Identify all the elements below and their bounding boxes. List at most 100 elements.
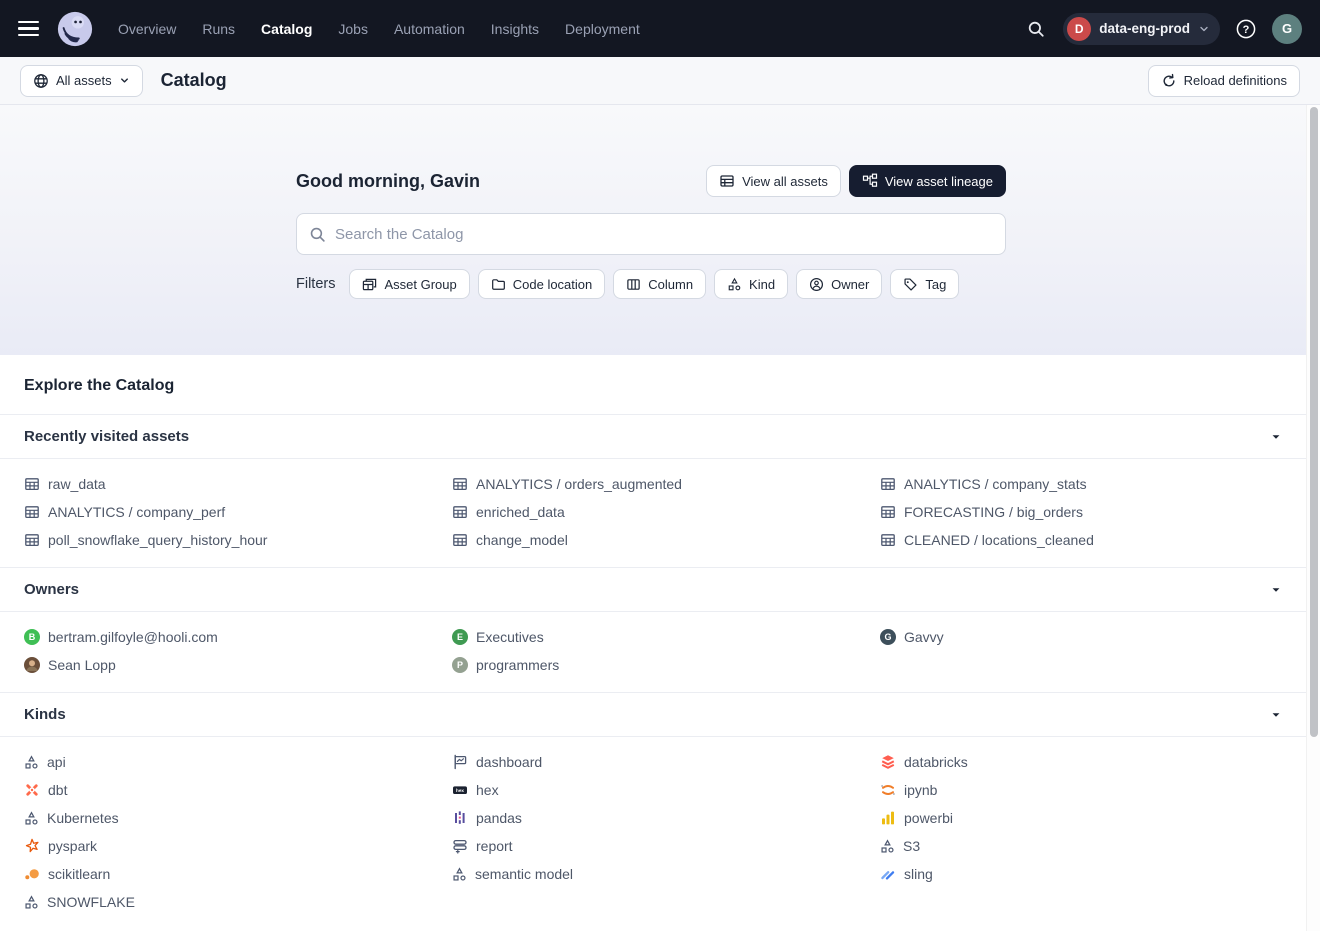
asset-table-icon — [880, 504, 896, 520]
spark-icon — [24, 838, 40, 854]
kind-link[interactable]: ipynb — [880, 776, 1282, 804]
tag-icon — [903, 277, 918, 292]
kind-graph-icon — [727, 277, 742, 292]
owner-link[interactable]: Sean Lopp — [24, 651, 452, 679]
report-icon — [452, 838, 468, 854]
table-icon — [719, 173, 735, 189]
kind-link[interactable]: powerbi — [880, 804, 1282, 832]
owner-link[interactable]: P programmers — [452, 651, 880, 679]
kind-graph-icon — [880, 839, 895, 854]
kind-graph-icon — [24, 755, 39, 770]
owner-avatar: G — [880, 629, 896, 645]
owner-link[interactable]: G Gavvy — [880, 623, 1282, 651]
nav-item-deployment[interactable]: Deployment — [565, 21, 640, 37]
asset-link[interactable]: ANALYTICS / orders_augmented — [452, 470, 880, 498]
deployment-switcher[interactable]: D data-eng-prod — [1063, 13, 1220, 45]
owners-list: B bertram.gilfoyle@hooli.com Sean Lopp E… — [0, 612, 1306, 692]
search-input[interactable] — [335, 226, 993, 243]
asset-link[interactable]: poll_snowflake_query_history_hour — [24, 526, 452, 554]
section-recently-visited[interactable]: Recently visited assets — [0, 414, 1306, 459]
filters-label: Filters — [296, 276, 335, 292]
top-nav: Overview Runs Catalog Jobs Automation In… — [0, 0, 1320, 57]
section-title: Kinds — [24, 706, 66, 723]
asset-link[interactable]: change_model — [452, 526, 880, 554]
hamburger-menu-icon[interactable] — [18, 17, 42, 41]
svg-text:?: ? — [1243, 23, 1250, 35]
owner-avatar: B — [24, 629, 40, 645]
asset-scope-selector[interactable]: All assets — [20, 65, 143, 97]
kind-link[interactable]: SNOWFLAKE — [24, 888, 452, 916]
filter-kind[interactable]: Kind — [714, 269, 788, 299]
dagster-logo-icon[interactable] — [56, 10, 94, 48]
chevron-down-icon — [1198, 23, 1210, 35]
owner-icon — [809, 277, 824, 292]
filter-code-location[interactable]: Code location — [478, 269, 606, 299]
kind-link[interactable]: S3 — [880, 832, 1282, 860]
folder-icon — [491, 277, 506, 292]
reload-icon — [1161, 73, 1177, 89]
nav-item-overview[interactable]: Overview — [118, 21, 176, 37]
asset-link[interactable]: FORECASTING / big_orders — [880, 498, 1282, 526]
dbt-icon — [24, 782, 40, 798]
column-icon — [626, 277, 641, 292]
section-owners[interactable]: Owners — [0, 567, 1306, 612]
filter-tag[interactable]: Tag — [890, 269, 959, 299]
scikitlearn-icon — [24, 866, 40, 882]
nav-item-runs[interactable]: Runs — [202, 21, 235, 37]
kinds-list: api dbt Kubernetes pyspark scikitlearn — [0, 737, 1306, 929]
kind-link[interactable]: databricks — [880, 748, 1282, 776]
section-title: Owners — [24, 581, 79, 598]
kind-link[interactable]: api — [24, 748, 452, 776]
owner-avatar: P — [452, 657, 468, 673]
asset-link[interactable]: ANALYTICS / company_stats — [880, 470, 1282, 498]
scrollbar-thumb[interactable] — [1310, 107, 1318, 737]
asset-table-icon — [452, 476, 468, 492]
kind-link[interactable]: Kubernetes — [24, 804, 452, 832]
filter-asset-group[interactable]: Asset Group — [349, 269, 469, 299]
nav-item-insights[interactable]: Insights — [491, 21, 539, 37]
section-kinds[interactable]: Kinds — [0, 692, 1306, 737]
svg-text:hex: hex — [456, 788, 464, 793]
kind-link[interactable]: scikitlearn — [24, 860, 452, 888]
kind-link[interactable]: pyspark — [24, 832, 452, 860]
nav-item-automation[interactable]: Automation — [394, 21, 465, 37]
kind-link[interactable]: hex hex — [452, 776, 880, 804]
chevron-down-icon — [119, 75, 130, 86]
kind-link[interactable]: sling — [880, 860, 1282, 888]
kind-link[interactable]: dashboard — [452, 748, 880, 776]
owner-avatar: E — [452, 629, 468, 645]
lineage-graph-icon — [862, 173, 878, 189]
user-avatar[interactable]: G — [1272, 14, 1302, 44]
kind-graph-icon — [24, 895, 39, 910]
search-icon[interactable] — [1021, 14, 1051, 44]
owner-link[interactable]: E Executives — [452, 623, 880, 651]
view-all-assets-button[interactable]: View all assets — [706, 165, 841, 197]
deployment-badge: D — [1067, 17, 1091, 41]
reload-definitions-button[interactable]: Reload definitions — [1148, 65, 1300, 97]
page-title: Catalog — [161, 70, 227, 91]
kind-link[interactable]: report — [452, 832, 880, 860]
asset-group-icon — [362, 277, 377, 292]
help-icon[interactable]: ? — [1232, 15, 1260, 43]
owner-link[interactable]: B bertram.gilfoyle@hooli.com — [24, 623, 452, 651]
primary-nav: Overview Runs Catalog Jobs Automation In… — [118, 21, 640, 37]
kind-link[interactable]: pandas — [452, 804, 880, 832]
asset-table-icon — [880, 532, 896, 548]
vertical-scrollbar[interactable] — [1306, 105, 1320, 931]
asset-link[interactable]: CLEANED / locations_cleaned — [880, 526, 1282, 554]
sling-icon — [880, 866, 896, 882]
nav-item-jobs[interactable]: Jobs — [338, 21, 368, 37]
view-asset-lineage-button[interactable]: View asset lineage — [849, 165, 1006, 197]
kind-link[interactable]: dbt — [24, 776, 452, 804]
asset-link[interactable]: ANALYTICS / company_perf — [24, 498, 452, 526]
filter-owner[interactable]: Owner — [796, 269, 882, 299]
nav-item-catalog[interactable]: Catalog — [261, 21, 312, 37]
asset-table-icon — [24, 532, 40, 548]
dashboard-icon — [452, 754, 468, 770]
asset-link[interactable]: enriched_data — [452, 498, 880, 526]
filter-column[interactable]: Column — [613, 269, 706, 299]
pandas-icon — [452, 810, 468, 826]
asset-link[interactable]: raw_data — [24, 470, 452, 498]
kind-link[interactable]: semantic model — [452, 860, 880, 888]
asset-table-icon — [452, 504, 468, 520]
